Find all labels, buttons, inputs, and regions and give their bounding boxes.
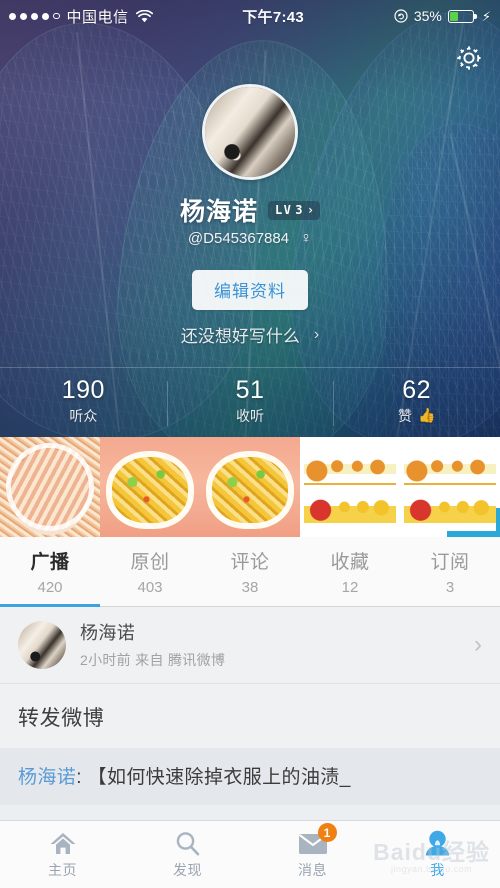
- lightning-bolt-icon: ⚡: [481, 8, 491, 24]
- envelope-icon: 1: [298, 823, 337, 857]
- battery-percent-label: 35%: [413, 8, 442, 24]
- username-label: 杨海诺: [179, 198, 258, 226]
- feed-post: 杨海诺 2小时前 来自 腾讯微博 › 转发微博 杨海诺: 【如何快速除掉衣服上的…: [0, 607, 500, 805]
- gear-icon[interactable]: [452, 41, 486, 75]
- nav-item-messages[interactable]: 1 消息: [250, 821, 375, 888]
- post-body-text: 转发微博: [18, 707, 105, 730]
- tab-broadcast[interactable]: 广播 420: [0, 547, 100, 596]
- bottom-navigation: 主页 发现 1 消息 我: [0, 820, 500, 888]
- nav-label: 我: [430, 862, 445, 878]
- signal-strength-icon: [9, 12, 60, 20]
- post-quoted-content[interactable]: 杨海诺: 【如何快速除掉衣服上的油渍_: [0, 748, 500, 805]
- stat-label-wrap: 听众: [0, 406, 167, 426]
- quoted-text: : 【如何快速除掉衣服上的油渍_: [76, 767, 351, 788]
- post-timestamp-source: 2小时前 来自 腾讯微博: [80, 652, 226, 668]
- carrier-label: 中国电信: [66, 8, 129, 26]
- stat-label: 收听: [236, 407, 264, 424]
- photo-count-badge: 259: [446, 508, 500, 537]
- signature-row[interactable]: 还没想好写什么 ›: [0, 322, 500, 347]
- tab-count: 38: [241, 579, 259, 596]
- nav-item-home[interactable]: 主页: [0, 821, 125, 888]
- tab-comments[interactable]: 评论 38: [200, 547, 300, 596]
- chevron-right-icon: ›: [306, 202, 315, 217]
- tab-count: 12: [341, 579, 359, 596]
- post-meta: 杨海诺 2小时前 来自 腾讯微博: [80, 619, 460, 670]
- avatar[interactable]: [202, 84, 298, 180]
- user-handle-label: @D545367884: [187, 230, 290, 247]
- wifi-icon: [135, 9, 153, 23]
- tab-count: 420: [37, 579, 63, 596]
- tab-original[interactable]: 原创 403: [100, 547, 200, 596]
- tab-label: 评论: [230, 552, 270, 573]
- post-author-label: 杨海诺: [80, 623, 136, 643]
- nav-label: 消息: [298, 862, 327, 878]
- level-value: 3: [295, 202, 304, 217]
- photo-thumbnail-5[interactable]: 259: [400, 437, 500, 537]
- post-avatar-image: [18, 620, 66, 669]
- photo-thumbnail-1[interactable]: [0, 437, 100, 537]
- stat-label-wrap: 收听: [167, 406, 334, 426]
- person-icon: [423, 829, 453, 857]
- photo-strip: 259: [0, 437, 500, 537]
- active-tab-indicator: [0, 604, 100, 607]
- stat-label: 赞: [397, 407, 412, 424]
- profile-cover: 中国电信 下午7:43 35% ⚡ 杨海诺 LV 3 › @D545367884…: [0, 0, 500, 437]
- edit-profile-button[interactable]: 编辑资料: [192, 270, 308, 310]
- stat-value: 190: [61, 376, 105, 404]
- rotation-lock-icon: [394, 9, 408, 23]
- tab-label: 收藏: [330, 552, 370, 573]
- thumbs-up-icon: 👍: [417, 407, 436, 423]
- stat-likes[interactable]: 62 赞 👍: [333, 377, 500, 430]
- stat-value: 51: [235, 376, 265, 404]
- tab-favorites[interactable]: 收藏 12: [300, 547, 400, 596]
- chevron-right-icon: ›: [313, 325, 320, 343]
- battery-icon: [447, 9, 477, 23]
- stat-label-wrap: 赞 👍: [333, 406, 500, 426]
- profile-tabs: 广播 420 原创 403 评论 38 收藏 12 订阅 3: [0, 537, 500, 607]
- feed-list: 杨海诺 2小时前 来自 腾讯微博 › 转发微博 杨海诺: 【如何快速除掉衣服上的…: [0, 607, 500, 805]
- photo-thumbnail-2[interactable]: [100, 437, 200, 537]
- signature-label: 还没想好写什么: [180, 327, 300, 346]
- post-header[interactable]: 杨海诺 2小时前 来自 腾讯微博 ›: [0, 607, 500, 684]
- message-count-badge: 1: [317, 823, 337, 842]
- quoted-author-link[interactable]: 杨海诺: [18, 767, 76, 788]
- photo-thumbnail-3[interactable]: [200, 437, 300, 537]
- stat-listeners[interactable]: 190 听众: [0, 377, 167, 430]
- username-row: 杨海诺 LV 3 ›: [0, 192, 500, 228]
- status-bar-clock: 下午7:43: [242, 8, 305, 26]
- stats-row: 190 听众 51 收听 62 赞 👍: [0, 367, 500, 430]
- nav-item-discover[interactable]: 发现: [125, 821, 250, 888]
- post-avatar[interactable]: [18, 620, 66, 669]
- stat-following[interactable]: 51 收听: [166, 376, 334, 430]
- nav-label: 主页: [48, 862, 77, 878]
- tab-count: 403: [137, 579, 163, 596]
- female-gender-icon: ♀: [300, 229, 313, 247]
- tab-count: 3: [445, 579, 455, 596]
- tab-label: 原创: [130, 552, 170, 573]
- avatar-image: [205, 87, 295, 177]
- status-bar-left: 中国电信: [9, 6, 153, 27]
- tab-label: 订阅: [430, 552, 470, 573]
- stat-label: 听众: [69, 407, 98, 424]
- stat-value: 62: [402, 376, 432, 404]
- handle-row: @D545367884 ♀: [0, 230, 500, 247]
- level-prefix: LV: [274, 202, 293, 217]
- tab-subscriptions[interactable]: 订阅 3: [400, 547, 500, 596]
- photo-thumbnail-4[interactable]: [300, 437, 400, 537]
- level-badge[interactable]: LV 3 ›: [267, 200, 321, 220]
- home-icon: [48, 829, 78, 857]
- search-icon: [173, 829, 203, 857]
- chevron-right-icon: ›: [474, 630, 482, 658]
- nav-item-me[interactable]: 我: [375, 821, 500, 888]
- status-bar-right: 35% ⚡: [394, 8, 491, 24]
- status-bar: 中国电信 下午7:43 35% ⚡: [0, 0, 500, 32]
- tab-label: 广播: [30, 552, 70, 573]
- profile-screen: 中国电信 下午7:43 35% ⚡ 杨海诺 LV 3 › @D545367884…: [0, 0, 500, 888]
- nav-label: 发现: [173, 862, 202, 878]
